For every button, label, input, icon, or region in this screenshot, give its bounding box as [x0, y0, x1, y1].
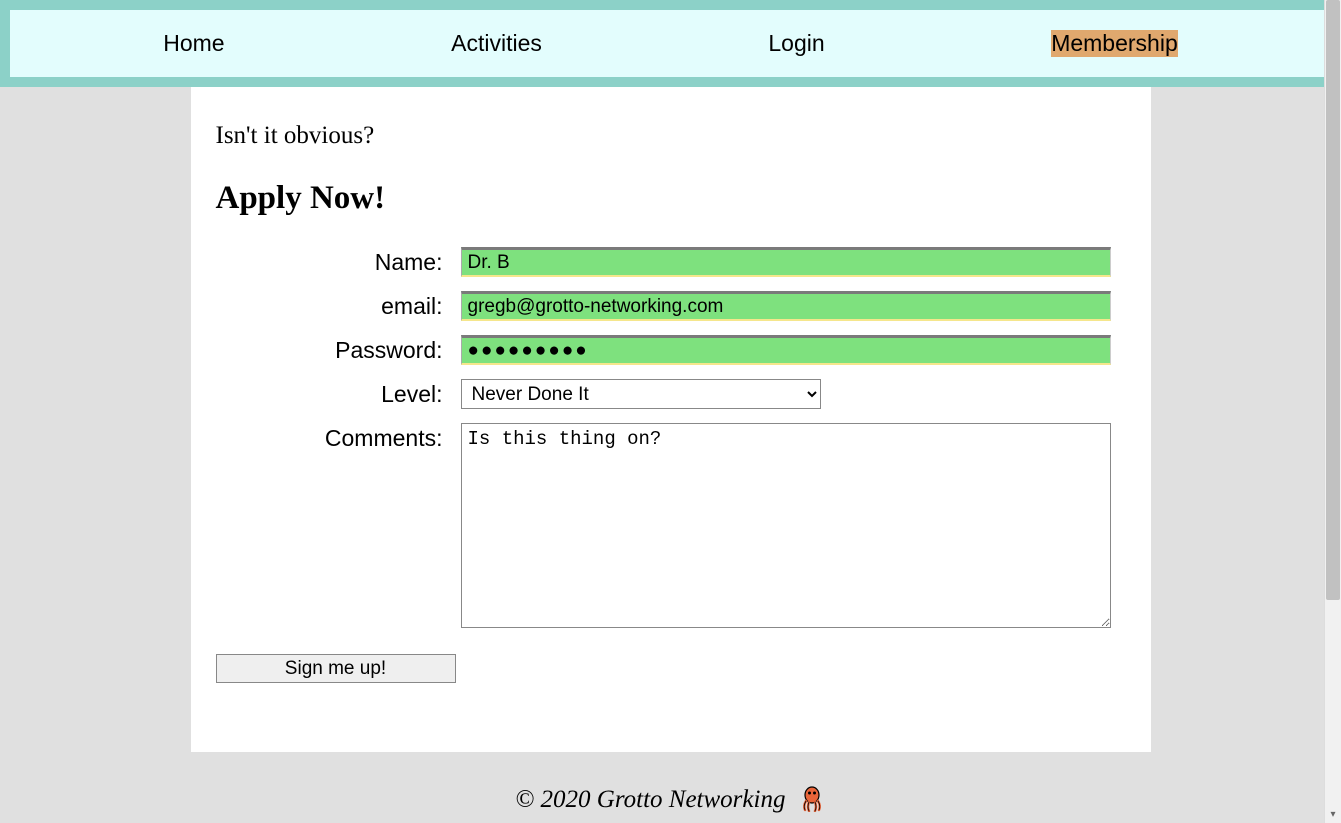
nav-home[interactable]: Home — [163, 30, 224, 57]
comments-label: Comments: — [216, 423, 461, 452]
footer: © 2020 Grotto Networking — [0, 776, 1341, 823]
nav-bar: Home Activities Login Membership — [10, 10, 1331, 77]
main-panel: Isn't it obvious? Apply Now! Name: email… — [191, 87, 1151, 752]
page-title: Apply Now! — [216, 180, 1126, 217]
comments-textarea[interactable] — [461, 423, 1111, 628]
nav-login[interactable]: Login — [768, 30, 824, 57]
footer-text: © 2020 Grotto Networking — [515, 786, 785, 813]
password-label: Password: — [216, 335, 461, 364]
row-email: email: — [216, 291, 1126, 321]
page-subtitle: Isn't it obvious? — [216, 122, 1126, 150]
name-input[interactable] — [461, 247, 1111, 277]
octopus-icon — [798, 784, 826, 819]
nav-wrapper: Home Activities Login Membership — [0, 0, 1341, 87]
level-label: Level: — [216, 379, 461, 408]
scrollbar-down-arrow[interactable]: ▾ — [1325, 806, 1341, 823]
row-level: Level: Never Done It — [216, 379, 1126, 409]
name-label: Name: — [216, 247, 461, 276]
signup-button[interactable]: Sign me up! — [216, 654, 456, 683]
nav-membership[interactable]: Membership — [1051, 30, 1178, 57]
password-input[interactable] — [461, 335, 1111, 365]
content-area: Isn't it obvious? Apply Now! Name: email… — [0, 87, 1341, 752]
scrollbar-thumb[interactable] — [1326, 0, 1340, 600]
nav-activities[interactable]: Activities — [451, 30, 542, 57]
row-name: Name: — [216, 247, 1126, 277]
email-label: email: — [216, 291, 461, 320]
level-select[interactable]: Never Done It — [461, 379, 821, 409]
row-password: Password: — [216, 335, 1126, 365]
email-input[interactable] — [461, 291, 1111, 321]
row-comments: Comments: — [216, 423, 1126, 628]
vertical-scrollbar[interactable]: ▾ — [1324, 0, 1341, 823]
